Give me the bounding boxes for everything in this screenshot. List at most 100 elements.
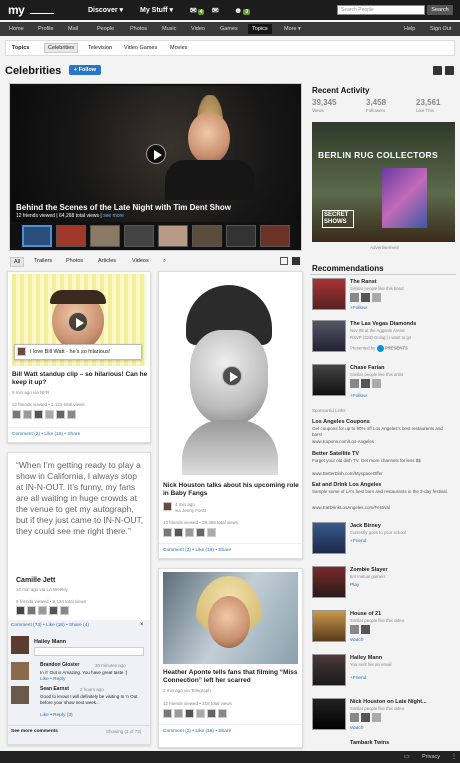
avatar[interactable] [361,379,370,388]
avatar[interactable] [372,713,381,722]
avatar[interactable] [218,709,227,718]
avatar[interactable] [60,606,69,615]
follow-button[interactable]: + Follow [69,65,101,75]
avatar[interactable] [196,528,205,537]
nav-signout[interactable]: Sign Out [430,26,451,32]
nav-topics[interactable]: Topics [248,24,272,34]
hero-thumbnail[interactable] [260,225,290,247]
mail-icon[interactable]: ✉ [212,6,219,15]
rec-action[interactable]: +Follow [350,394,367,399]
quote-actions[interactable]: Comment (73) • Like (16) • Share (4) [11,623,89,628]
avatar[interactable] [49,606,58,615]
comment-like-link[interactable]: Like • Reply [40,677,65,682]
avatar[interactable] [34,410,43,419]
grid-view-icon[interactable] [280,257,288,265]
share-icon[interactable] [445,66,454,75]
app-logo[interactable]: my [8,3,25,17]
privacy-link[interactable]: Privacy [422,754,440,760]
rec-name[interactable]: Chase Farian [350,365,385,371]
card-title[interactable]: Heather Aponte tells fans that filming “… [163,669,299,685]
notifications-icon[interactable]: ✉ 4 [190,6,205,15]
nav-mail[interactable]: Mail [68,26,78,32]
comment-author[interactable]: Brandon Gloster [40,662,79,668]
sponsored-url[interactable]: www.BetterDish.com/MyspaceOffer [312,471,452,477]
nav-home[interactable]: Home [9,26,24,32]
rec-name[interactable]: House of 21 [350,611,381,617]
close-icon[interactable]: × [140,622,144,628]
rec-image[interactable] [312,654,346,686]
friend-requests-icon[interactable]: ☻ 3 [234,6,251,15]
nav-video[interactable]: Video [191,26,205,32]
comment-author[interactable]: Hailey Mann [34,639,66,645]
thumbs-up-icon[interactable] [433,66,442,75]
hero-see-more[interactable]: see more [103,213,124,219]
search-input[interactable]: Search People [337,5,425,15]
card-title[interactable]: Bill Watt standup clip – so hilarious! C… [12,371,148,387]
sponsored-title[interactable]: Los Angeles Coupons [312,419,370,425]
filter-photos[interactable]: Photos [66,258,83,264]
nav-more[interactable]: More ▾ [284,26,301,32]
nav-profile[interactable]: Profile [38,26,54,32]
rec-name[interactable]: Zombie Slayer [350,567,388,573]
filter-trailers[interactable]: Trailers [34,258,52,264]
rec-action[interactable]: +Friend [350,539,366,544]
play-icon[interactable] [146,144,166,164]
rec-image[interactable] [312,698,346,730]
filter-search-icon[interactable]: ⌕ [163,258,166,265]
rec-image[interactable] [312,566,346,598]
chat-icon[interactable]: ▭ [404,753,410,760]
avatar[interactable] [174,528,183,537]
avatar[interactable] [207,709,216,718]
avatar[interactable] [45,410,54,419]
subnav-celebrities[interactable]: Celebrities [44,43,78,53]
play-icon[interactable] [68,312,88,332]
hero-thumbnail[interactable] [56,225,86,247]
nav-help[interactable]: Help [404,26,415,32]
rec-name[interactable]: Hailey Mann [350,655,382,661]
comment-author[interactable]: Sean Earnst [40,686,69,692]
rec-name[interactable]: The Ranst [350,279,377,285]
avatar[interactable] [23,410,32,419]
sponsored-title[interactable]: Better Satellite TV [312,451,359,457]
avatar[interactable] [185,528,194,537]
avatar[interactable] [361,293,370,302]
nav-photos[interactable]: Photos [130,26,147,32]
list-view-icon[interactable] [292,257,300,265]
avatar[interactable] [67,410,76,419]
avatar[interactable] [16,606,25,615]
hero-thumbnail[interactable] [226,225,256,247]
card-title[interactable]: Nick Houston talks about his upcoming ro… [163,482,299,498]
avatar[interactable] [38,606,47,615]
card-actions[interactable]: Comment (2) • Like (16) • Share [163,729,231,734]
play-icon[interactable] [222,366,242,386]
avatar[interactable] [174,709,183,718]
avatar[interactable] [350,713,359,722]
avatar[interactable] [350,625,359,634]
more-icon[interactable]: ⋮ [451,753,457,760]
rec-action[interactable]: Watch [350,638,363,643]
quote-author[interactable]: Camille Jett [16,577,55,584]
hero-thumbnail[interactable] [192,225,222,247]
nav-people[interactable]: People [97,26,114,32]
avatar[interactable] [207,528,216,537]
search-button[interactable]: Search [427,5,453,15]
avatar[interactable] [56,410,65,419]
rec-image[interactable] [312,522,346,554]
filter-articles[interactable]: Articles [98,258,116,264]
avatar[interactable] [196,709,205,718]
rec-rsvp[interactable]: RSVP (324) Going | I want to go [350,335,411,340]
avatar[interactable] [163,528,172,537]
rec-name[interactable]: Jack Birney [350,523,381,529]
discover-link[interactable]: Discover ▾ [88,6,123,14]
hero-thumbnail[interactable] [22,225,52,247]
sponsored-title[interactable]: Eat and Drink Los Angeles [312,482,381,488]
rec-name[interactable]: Tambark Twins [350,740,389,746]
card-actions[interactable]: Comment (2) • Like (16) • Share [12,432,80,437]
rec-action[interactable]: Play [350,583,359,588]
avatar[interactable] [361,713,370,722]
avatar[interactable] [350,293,359,302]
sponsored-url[interactable]: www.Kupons.com/Los-Angeles [312,439,452,445]
avatar[interactable] [372,293,381,302]
sponsored-url[interactable]: www.EatDrinkLosAngeles.com/Festival [312,505,452,511]
card-actions[interactable]: Comment (2) • Like (16) • Share [163,548,231,553]
